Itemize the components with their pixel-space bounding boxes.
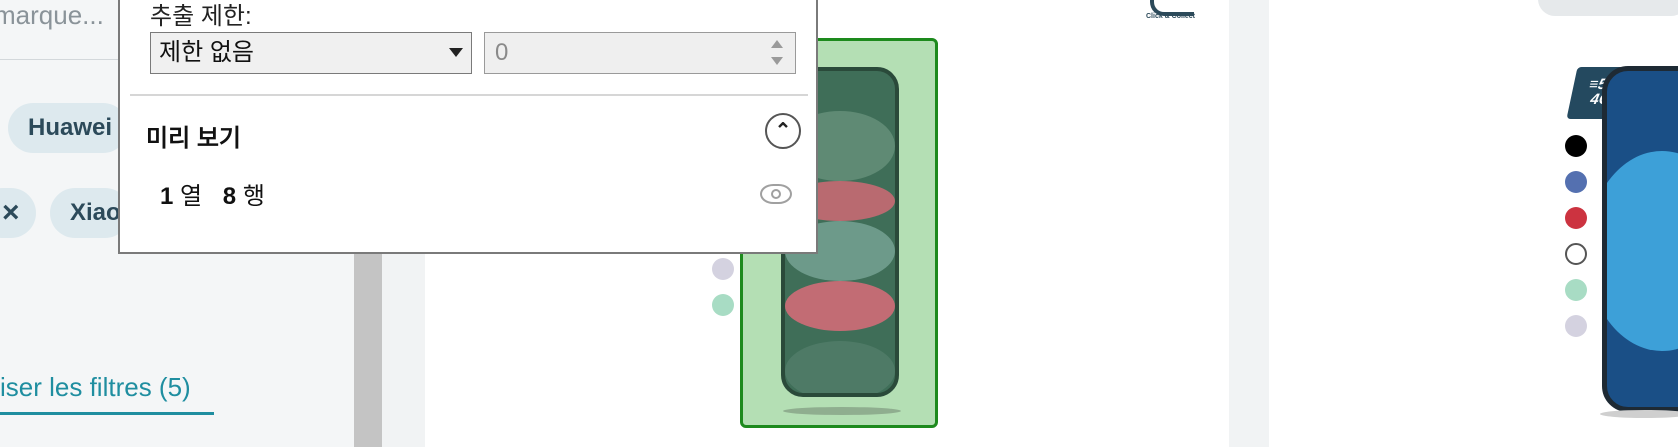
- spin-up-icon[interactable]: [771, 40, 783, 48]
- phone-image[interactable]: [1602, 66, 1678, 412]
- product-tag: [1538, 0, 1678, 16]
- filter-chip-remove-button[interactable]: ×: [0, 188, 36, 238]
- collapse-preview-button[interactable]: ⌃: [765, 113, 801, 149]
- reset-link-underline: [0, 412, 214, 415]
- export-limit-select[interactable]: 제한 없음: [150, 32, 472, 74]
- dropdown-arrow-icon: [449, 48, 463, 57]
- reset-filters-link[interactable]: iser les filtres (5): [0, 372, 191, 403]
- color-swatch-red[interactable]: [1565, 207, 1587, 229]
- export-limit-label: 추출 제한:: [150, 3, 252, 30]
- phone-shadow: [783, 407, 901, 415]
- color-swatch-green[interactable]: [1565, 279, 1587, 301]
- export-dialog: 추출 제한: 제한 없음 0 미리 보기 ⌃ 1 열 8 행: [118, 0, 818, 254]
- filter-chip-huawei[interactable]: Huawei: [8, 103, 128, 153]
- export-limit-number-input[interactable]: 0: [484, 32, 796, 74]
- click-collect-label: Click & Collect: [1146, 13, 1196, 20]
- export-limit-select-value: 제한 없음: [159, 39, 254, 66]
- grid-gutter: [1229, 0, 1269, 447]
- color-swatch-lavender[interactable]: [1565, 315, 1587, 337]
- color-swatch-white[interactable]: [1565, 243, 1587, 265]
- preview-counts: 1 열 8 행: [160, 176, 265, 211]
- eye-icon[interactable]: [760, 184, 792, 204]
- brand-search-input[interactable]: marque...: [0, 0, 104, 31]
- columns-unit: 열: [180, 183, 203, 210]
- preview-title: 미리 보기: [146, 125, 241, 152]
- dialog-divider: [130, 94, 808, 96]
- rows-unit: 행: [242, 183, 265, 210]
- rows-count: 8: [222, 183, 237, 210]
- columns-count: 1: [160, 183, 174, 210]
- color-swatch[interactable]: [712, 294, 734, 316]
- spin-down-icon[interactable]: [771, 57, 783, 65]
- export-limit-number-value: 0: [495, 39, 509, 66]
- color-swatch-black[interactable]: [1565, 135, 1587, 157]
- color-swatch-blue[interactable]: [1565, 171, 1587, 193]
- color-swatch[interactable]: [712, 258, 734, 280]
